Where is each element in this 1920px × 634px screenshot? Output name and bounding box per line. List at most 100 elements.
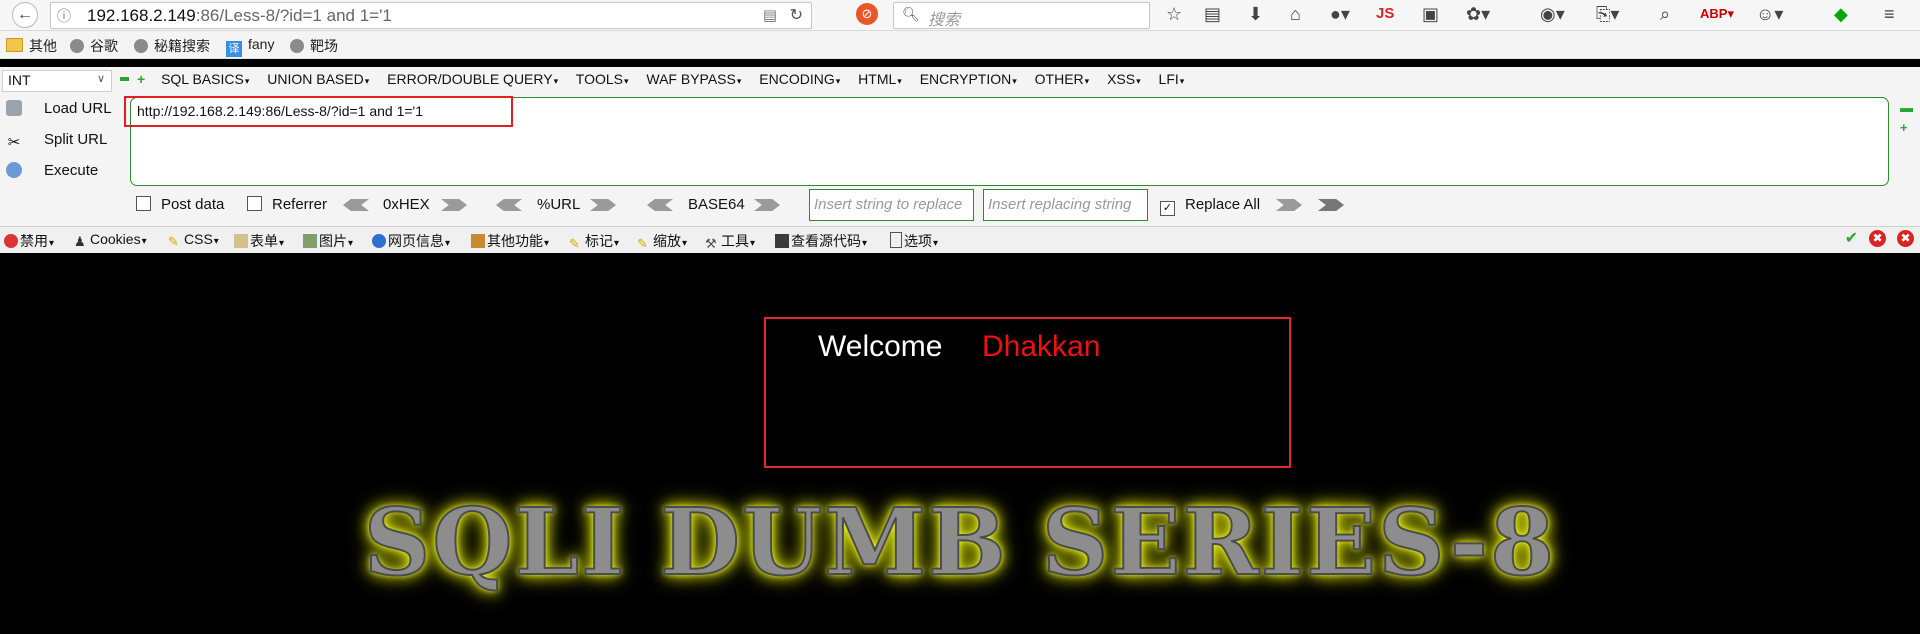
wd-forms[interactable]: 表单 xyxy=(234,231,284,251)
wd-resize[interactable]: ✎ 缩放 xyxy=(637,231,687,251)
menu-icon[interactable]: ≡ xyxy=(1884,4,1895,24)
bookmark-star-icon[interactable]: ☆ xyxy=(1166,4,1182,24)
reload-icon[interactable]: ↻ xyxy=(790,5,803,25)
clipboard-icon[interactable]: ⎘▾ xyxy=(1596,4,1619,24)
menu-xss[interactable]: XSS xyxy=(1107,71,1141,87)
wd-label: CSS xyxy=(184,231,213,247)
close-icon[interactable]: ✖ xyxy=(1897,230,1914,247)
hackbar-menu: + SQL BASICS UNION BASED ERROR/DOUBLE QU… xyxy=(120,71,1198,87)
replace-string-input[interactable]: Insert string to replace xyxy=(809,189,974,221)
bookmark-label: fany xyxy=(248,36,275,52)
shield-icon[interactable]: ◆ xyxy=(1834,4,1848,24)
wd-view-source[interactable]: 查看源代码 xyxy=(775,231,867,251)
search-box[interactable]: 🔍︎ 搜索 xyxy=(893,2,1150,29)
error-icon[interactable]: ✖ xyxy=(1869,230,1886,247)
checkmark-icon[interactable]: ✔ xyxy=(1843,230,1860,247)
web-developer-toolbar: 禁用 ♟ Cookies ✎ CSS 表单 图片 网页信息 其他功能 ✎ 标记 ✎ 缩放… xyxy=(0,226,1920,254)
bookmark-other[interactable]: 其他 xyxy=(6,36,57,56)
user-name: Dhakkan xyxy=(982,330,1101,363)
menu-tools[interactable]: TOOLS xyxy=(576,71,629,87)
palette-icon[interactable]: ✿▾ xyxy=(1466,4,1490,24)
url-encode-label: %URL xyxy=(537,196,581,213)
post-data-label: Post data xyxy=(161,196,225,213)
replacing-string-input[interactable]: Insert replacing string xyxy=(983,189,1148,221)
adblock-icon[interactable]: ABP▾ xyxy=(1700,4,1734,24)
zoom-tool-icon[interactable]: ⌕ xyxy=(1660,4,1670,24)
url-textarea[interactable]: http://192.168.2.149:86/Less-8/?id=1 and… xyxy=(124,96,1889,186)
options-icon xyxy=(890,232,902,248)
collapse-icon[interactable] xyxy=(120,77,129,81)
menu-sql-basics[interactable]: SQL BASICS xyxy=(161,71,249,87)
globe-menu-icon[interactable]: ●▾ xyxy=(1330,4,1350,24)
menu-other[interactable]: OTHER xyxy=(1035,71,1090,87)
layers-icon[interactable]: ◉▾ xyxy=(1540,4,1565,24)
wd-cookies[interactable]: ♟ Cookies xyxy=(74,231,147,249)
play-icon xyxy=(6,162,22,178)
cookie-icon: ♟ xyxy=(74,234,86,249)
menu-lfi[interactable]: LFI xyxy=(1159,71,1185,87)
execute-button[interactable]: Execute xyxy=(6,162,98,179)
page-icon[interactable]: ▤ xyxy=(763,6,777,24)
menu-union-based[interactable]: UNION BASED xyxy=(267,71,369,87)
bookmark-label: 靶场 xyxy=(310,38,338,54)
menu-encryption[interactable]: ENCRYPTION xyxy=(920,71,1017,87)
noscript-icon[interactable]: ⊘ xyxy=(856,3,878,25)
injection-type-select[interactable]: INT ∨ xyxy=(2,70,112,92)
wd-label: 工具 xyxy=(721,233,749,249)
replace-all-option[interactable]: ✓ Replace All xyxy=(1160,196,1260,216)
bookmark-label: 其他 xyxy=(29,38,57,54)
image-tool-icon[interactable]: ▣ xyxy=(1422,4,1439,24)
expand-icon[interactable]: + xyxy=(137,71,145,87)
greasemonkey-icon[interactable]: ☺▾ xyxy=(1756,4,1783,24)
wd-options[interactable]: 选项 xyxy=(890,231,938,251)
post-data-option[interactable]: Post data xyxy=(136,196,224,213)
wd-outline[interactable]: ✎ 标记 xyxy=(569,231,619,251)
replace-all-checkbox[interactable]: ✓ xyxy=(1160,201,1175,216)
menu-html[interactable]: HTML xyxy=(858,71,902,87)
bookmark-secret-search[interactable]: 秘籍搜索 xyxy=(134,36,210,56)
scissors-icon: ✂ xyxy=(7,134,21,151)
home-icon[interactable]: ⌂ xyxy=(1290,4,1301,24)
bookmark-google[interactable]: 谷歌 xyxy=(70,36,118,56)
wd-misc[interactable]: 其他功能 xyxy=(471,231,549,251)
pencil-icon: ✎ xyxy=(168,234,179,249)
wd-label: 查看源代码 xyxy=(791,233,861,249)
select-value: INT xyxy=(8,72,31,88)
globe-icon xyxy=(134,39,148,53)
wrench-icon: ⚒ xyxy=(705,236,717,251)
address-text[interactable]: 192.168.2.149:86/Less-8/?id=1 and 1='1 xyxy=(87,6,392,26)
bookmark-fany[interactable]: 译 fany xyxy=(226,36,274,57)
wd-label: 其他功能 xyxy=(487,233,543,249)
wd-css[interactable]: ✎ CSS xyxy=(168,231,219,249)
load-url-button[interactable]: Load URL xyxy=(6,100,112,117)
info-circle-icon xyxy=(372,234,386,248)
address-bar[interactable]: ⓘ 192.168.2.149:86/Less-8/?id=1 and 1='1… xyxy=(50,2,812,29)
bookmark-label: 秘籍搜索 xyxy=(154,38,210,54)
js-switch-icon[interactable]: JS xyxy=(1376,4,1394,24)
back-button[interactable]: ← xyxy=(12,2,38,28)
post-data-checkbox[interactable] xyxy=(136,196,151,211)
shrink-icon[interactable]: ▬ xyxy=(1900,100,1913,115)
bookmark-target[interactable]: 靶场 xyxy=(290,36,338,56)
referrer-option[interactable]: Referrer xyxy=(247,196,327,213)
url-textarea-value[interactable]: http://192.168.2.149:86/Less-8/?id=1 and… xyxy=(137,103,423,119)
navigation-toolbar: ← ⓘ 192.168.2.149:86/Less-8/?id=1 and 1=… xyxy=(0,0,1920,31)
download-icon[interactable]: ⬇ xyxy=(1248,4,1263,24)
load-url-label: Load URL xyxy=(44,100,112,117)
wd-tools[interactable]: ⚒ 工具 xyxy=(705,231,755,251)
split-url-button[interactable]: ✂ Split URL xyxy=(6,131,108,151)
translate-icon: 译 xyxy=(226,41,242,57)
wd-page-info[interactable]: 网页信息 xyxy=(372,231,450,251)
menu-error-double-query[interactable]: ERROR/DOUBLE QUERY xyxy=(387,71,558,87)
menu-encoding[interactable]: ENCODING xyxy=(759,71,840,87)
bookmarks-bar: 其他 谷歌 秘籍搜索 译 fany 靶场 xyxy=(0,31,1920,59)
info-icon[interactable]: ⓘ xyxy=(57,6,71,26)
wd-images[interactable]: 图片 xyxy=(303,231,353,251)
enlarge-icon[interactable]: + xyxy=(1900,120,1908,135)
wd-disable[interactable]: 禁用 xyxy=(4,231,54,251)
menu-waf-bypass[interactable]: WAF BYPASS xyxy=(646,71,741,87)
reading-list-icon[interactable]: ▤ xyxy=(1204,4,1221,24)
referrer-checkbox[interactable] xyxy=(247,196,262,211)
chevron-down-icon: ∨ xyxy=(96,73,105,85)
globe-icon xyxy=(70,39,84,53)
